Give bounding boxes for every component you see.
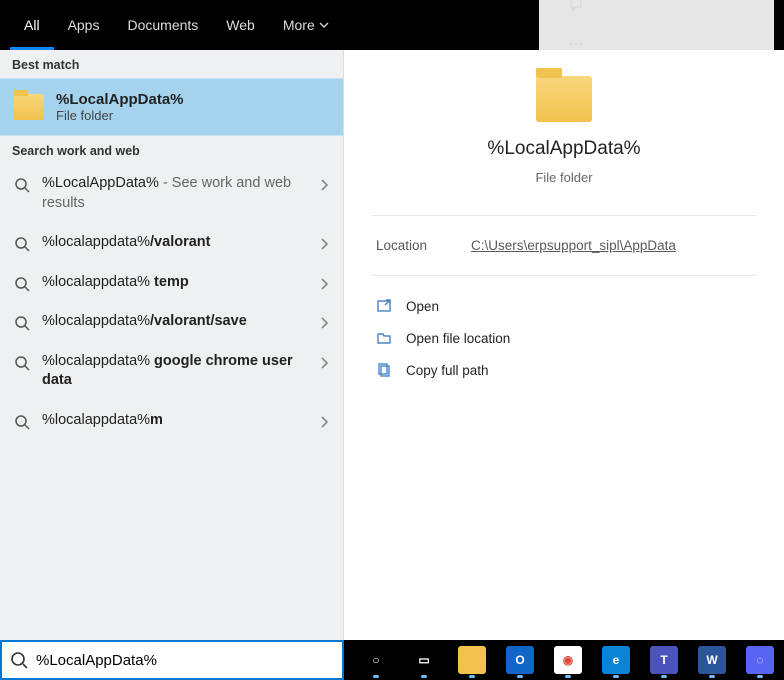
taskbar-app-cortana[interactable]: ○ <box>352 640 400 680</box>
location-path-link[interactable]: C:\Users\erpsupport_sipl\AppData <box>471 238 676 253</box>
taskbar-app-task-view[interactable]: ▭ <box>400 640 448 680</box>
taskbar-app-teams[interactable]: T <box>640 640 688 680</box>
best-match-item[interactable]: %LocalAppData% File folder <box>0 78 343 136</box>
preview-pane: %LocalAppData% File folder Location C:\U… <box>344 50 784 640</box>
best-match-subtitle: File folder <box>56 108 184 123</box>
chevron-right-icon <box>319 356 329 370</box>
folder-location-icon <box>376 330 392 346</box>
tab-more[interactable]: More <box>269 0 343 50</box>
taskbar-app-outlook[interactable]: O <box>496 640 544 680</box>
results-list: Best match %LocalAppData% File folder Se… <box>0 50 344 640</box>
section-work-web: Search work and web <box>0 136 343 164</box>
best-match-title: %LocalAppData% <box>56 91 184 108</box>
action-open-file-location[interactable]: Open file location <box>372 322 756 354</box>
suggestion-row[interactable]: %LocalAppData% - See work and web result… <box>0 164 343 223</box>
search-icon <box>14 315 30 331</box>
chevron-down-icon <box>319 20 329 30</box>
search-icon <box>14 236 30 252</box>
action-open[interactable]: Open <box>372 290 756 322</box>
folder-icon <box>536 76 592 122</box>
taskbar: ○▭ O◉eTW◌ <box>344 640 784 680</box>
suggestion-row[interactable]: %localappdata%/valorant <box>0 223 343 263</box>
taskbar-row: ○▭ O◉eTW◌ <box>0 640 784 680</box>
copy-icon <box>376 362 392 378</box>
suggestion-row[interactable]: %localappdata% temp <box>0 263 343 303</box>
search-icon <box>14 414 30 430</box>
search-icon <box>14 177 30 193</box>
tab-documents[interactable]: Documents <box>113 0 212 50</box>
suggestion-row[interactable]: %localappdata%m <box>0 401 343 441</box>
chevron-right-icon <box>319 237 329 251</box>
search-box[interactable] <box>0 640 344 680</box>
tab-all[interactable]: All <box>10 0 54 50</box>
chevron-right-icon <box>319 277 329 291</box>
chevron-right-icon <box>319 316 329 330</box>
search-input[interactable] <box>36 652 334 669</box>
preview-title: %LocalAppData% <box>487 138 640 160</box>
more-options-icon[interactable] <box>567 35 585 53</box>
taskbar-app-chrome[interactable]: ◉ <box>544 640 592 680</box>
section-best-match: Best match <box>0 50 343 78</box>
suggestion-row[interactable]: %localappdata%/valorant/save <box>0 302 343 342</box>
tab-web[interactable]: Web <box>212 0 269 50</box>
search-icon <box>14 355 30 371</box>
tab-apps[interactable]: Apps <box>54 0 114 50</box>
taskbar-app-word[interactable]: W <box>688 640 736 680</box>
chevron-right-icon <box>319 178 329 192</box>
action-copy-full-path[interactable]: Copy full path <box>372 354 756 386</box>
location-label: Location <box>376 238 427 253</box>
taskbar-app-edge[interactable]: e <box>592 640 640 680</box>
suggestion-row[interactable]: %localappdata% google chrome user data <box>0 342 343 401</box>
taskbar-app-file-explorer[interactable] <box>448 640 496 680</box>
folder-icon <box>14 94 44 120</box>
search-filter-tabbar: All Apps Documents Web More <box>0 0 784 50</box>
taskbar-app-discord[interactable]: ◌ <box>736 640 784 680</box>
feedback-icon[interactable] <box>567 0 585 15</box>
search-icon <box>14 276 30 292</box>
chevron-right-icon <box>319 415 329 429</box>
preview-subtitle: File folder <box>535 170 592 185</box>
open-icon <box>376 298 392 314</box>
search-icon <box>10 651 28 669</box>
